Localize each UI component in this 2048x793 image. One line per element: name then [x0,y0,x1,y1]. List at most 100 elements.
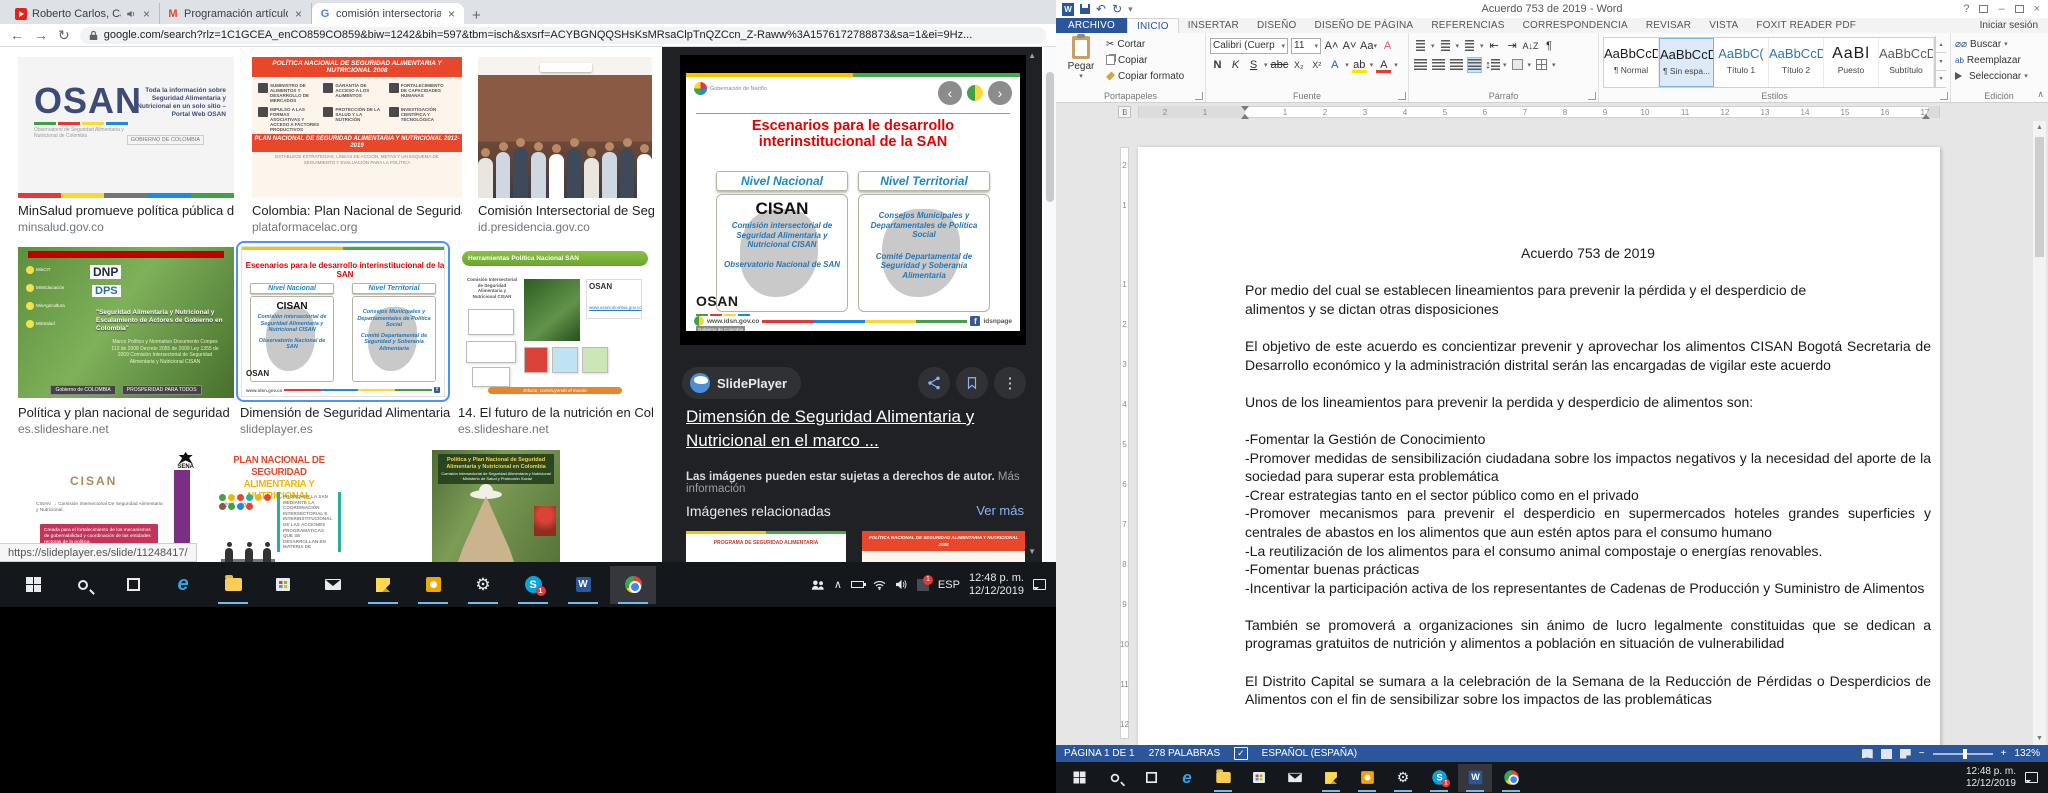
italic-button[interactable]: K [1228,57,1243,73]
result-caption[interactable]: Comisión Intersectorial de Seg... id.pre… [478,203,654,235]
selected-result-thumbnail[interactable]: Escenarios para le desarrollo interinsti… [236,241,450,402]
edge-icon[interactable]: e [1170,764,1204,792]
select-button[interactable]: Seleccionar ▾ [1955,71,2028,82]
battery-icon[interactable] [851,581,864,588]
result-caption[interactable]: Política y plan nacional de seguridad al… [18,405,234,437]
numbering-button[interactable] [1438,38,1453,54]
settings-gear-icon[interactable]: ⚙ [460,566,506,604]
skype-icon[interactable]: S1 [1422,764,1456,792]
tab-close-icon[interactable]: × [293,7,304,21]
search-icon[interactable] [60,566,106,604]
collapse-ribbon-icon[interactable]: ∧ [2037,89,2044,100]
result-caption[interactable]: MinSalud promueve política pública de se… [18,203,234,235]
copy-button[interactable]: Copiar [1106,55,1147,66]
minimize-icon[interactable]: – [1998,3,2004,15]
preview-image-frame[interactable]: Gobernación de Nariño ‹ › Escenarios par… [680,55,1026,345]
subscript-button[interactable]: X₂ [1291,57,1306,73]
zoom-slider[interactable] [1933,753,1993,755]
notification-app-icon[interactable]: 1 [917,579,929,591]
source-pill[interactable]: SlidePlayer [682,367,801,399]
next-image-button[interactable]: › [988,81,1012,105]
chrome-icon[interactable] [1494,764,1528,792]
store-icon[interactable] [260,566,306,604]
ribbon-tab[interactable]: DISEÑO [1248,18,1306,33]
style-item[interactable]: AaBbC( Título 1 [1714,38,1769,87]
ribbon-tab[interactable]: FOXIT READER PDF [1747,18,1865,33]
font-size-combo[interactable]: 11▾ [1291,38,1321,54]
borders-button[interactable] [1534,57,1549,73]
read-mode-icon[interactable] [1862,749,1873,759]
ribbon-tab[interactable]: DISEÑO DE PÁGINA [1306,18,1423,33]
clear-formatting-button[interactable]: A [1380,38,1395,54]
browser-tab-gmail[interactable]: M Programación artículos 2 Parte D × [160,3,312,24]
align-left-button[interactable] [1413,57,1428,73]
superscript-button[interactable]: X² [1309,57,1324,73]
first-line-indent-marker[interactable] [1241,106,1249,111]
result-caption[interactable]: Dimensión de Seguridad Alimentaria y ...… [240,405,452,437]
word-icon[interactable]: W [560,566,606,604]
sign-in-link[interactable]: Iniciar sesión [1980,18,2048,33]
style-item[interactable]: AaBbCcD Subtítulo [1879,38,1934,87]
caption-title[interactable]: 14. El futuro de la nutrición en Colo... [458,405,654,421]
document-scrollbar[interactable]: ▲ ▼ [2033,121,2046,745]
related-thumbnail[interactable]: PROGRAMA DE SEGURIDAD ALIMENTARIA [686,531,846,562]
zoom-level[interactable]: 132% [2014,748,2040,759]
result-caption[interactable]: Colombia: Plan Nacional de Seguridad A..… [252,203,462,235]
panel-scroll-down-icon[interactable]: ▼ [1028,547,1036,556]
caption-title[interactable]: MinSalud promueve política pública de se… [18,203,234,219]
ribbon-tab[interactable]: REVISAR [1637,18,1700,33]
language-status[interactable]: ESPAÑOL (ESPAÑA) [1262,748,1357,759]
scrollbar-thumb[interactable] [1046,72,1054,202]
reload-icon[interactable]: ↻ [58,28,70,42]
file-explorer-icon[interactable] [210,566,256,604]
action-center-icon[interactable] [1033,579,1046,590]
bullets-button[interactable] [1413,38,1428,54]
volume-icon[interactable] [895,579,908,590]
tab-audio-icon[interactable] [126,9,136,19]
increase-indent-button[interactable]: ⇥ [1505,38,1520,54]
result-thumbnail-politica-2008[interactable]: POLÍTICA NACIONAL DE SEGURIDAD ALIMENTAR… [252,57,462,198]
font-dialog-launcher[interactable] [1398,92,1406,100]
search-icon[interactable] [1098,764,1132,792]
replace-button[interactable]: ab Reemplazar [1955,55,2021,66]
related-thumbnail[interactable]: POLÍTICA NACIONAL DE SEGURIDAD ALIMENTAR… [862,531,1025,562]
zoom-slider-thumb[interactable] [1963,749,1967,759]
paragraph-dialog-launcher[interactable] [1588,92,1596,100]
hanging-indent-marker[interactable] [1241,114,1249,119]
task-view-icon[interactable] [1134,764,1168,792]
document-page[interactable]: Acuerdo 753 de 2019 Por medio del cual s… [1138,147,1940,745]
start-button[interactable] [1062,764,1096,792]
underline-button[interactable]: S [1246,57,1261,73]
scrollbar-thumb[interactable] [2035,137,2044,257]
mail-icon[interactable] [310,566,356,604]
skype-icon[interactable]: S1 [510,566,556,604]
action-center-icon[interactable] [2025,772,2038,783]
vertical-ruler[interactable]: 21 123456789101112 [1118,121,1131,745]
cut-button[interactable]: ✂ Cortar [1106,39,1145,50]
change-case-button[interactable]: Aa▾ [1360,38,1377,54]
zoom-out-icon[interactable]: − [1919,748,1925,759]
restore-icon[interactable] [2015,5,2024,13]
ribbon-tab[interactable]: INSERTAR [1179,18,1248,33]
help-icon[interactable]: ? [1963,3,1969,15]
find-button[interactable]: ⌀⌀ Buscar ▾ [1955,39,2008,50]
preview-title-link[interactable]: Dimensión de Seguridad Alimentaria y Nut… [686,405,1016,453]
sticky-notes-icon[interactable] [360,566,406,604]
line-spacing-button[interactable]: ↕ [1485,57,1500,73]
text-effects-button[interactable]: A [1327,57,1342,73]
decrease-indent-button[interactable]: ⇤ [1487,38,1502,54]
mail-icon[interactable] [1278,764,1312,792]
edge-icon[interactable]: e [160,566,206,604]
task-view-icon[interactable] [110,566,156,604]
save-icon[interactable] [1080,4,1090,14]
page-scrollbar[interactable] [1044,47,1056,562]
paste-button[interactable]: Pegar▾ [1060,36,1102,80]
result-thumbnail-slideshare[interactable]: MinCITMinEducaciónMinAgriculturaMinSalud… [18,247,234,398]
previous-image-button[interactable]: ‹ [938,81,962,105]
tab-close-icon[interactable]: × [141,7,152,21]
new-tab-button[interactable]: + [472,7,481,24]
result-thumbnail-poncho[interactable]: Política y Plan Nacional de Seguridad Al… [432,450,560,562]
result-thumbnail-plan-2017[interactable]: PLAN NACIONAL DE SEGURIDAD ALIMENTARIA Y… [213,450,345,562]
chrome-icon[interactable] [610,566,656,604]
clock[interactable]: 12:48 p. m.12/12/2019 [969,572,1024,598]
